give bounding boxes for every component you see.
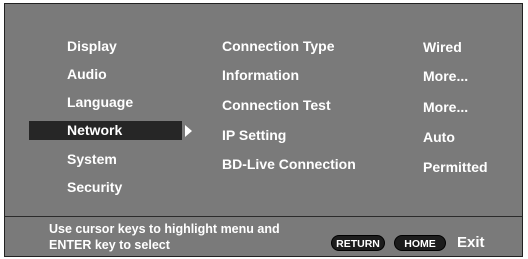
- setting-value-ip-setting: Auto: [423, 129, 455, 145]
- setting-label-connection-test[interactable]: Connection Test: [222, 96, 331, 114]
- selected-arrow-icon: [185, 125, 192, 137]
- setting-value-connection-type: Wired: [423, 39, 462, 55]
- menu-item-network[interactable]: Network: [29, 121, 182, 140]
- settings-screen: Display Audio Language Network System Se…: [4, 3, 523, 257]
- home-button[interactable]: HOME: [394, 235, 446, 251]
- setting-value-bd-live-connection: Permitted: [423, 159, 488, 175]
- setting-label-connection-type[interactable]: Connection Type: [222, 37, 335, 55]
- setting-value-connection-test: More...: [423, 99, 469, 115]
- exit-label: Exit: [457, 234, 485, 251]
- setting-value-information: More...: [423, 68, 469, 84]
- return-button[interactable]: RETURN: [331, 235, 385, 251]
- setting-label-bd-live-connection[interactable]: BD-Live Connection: [222, 155, 356, 173]
- footer-divider: [5, 216, 522, 217]
- help-text-line-1: Use cursor keys to highlight menu and: [49, 222, 280, 236]
- menu-item-language[interactable]: Language: [67, 93, 133, 111]
- help-text-line-2: ENTER key to select: [49, 238, 170, 252]
- setting-label-ip-setting[interactable]: IP Setting: [222, 126, 286, 144]
- menu-item-system[interactable]: System: [67, 150, 117, 168]
- menu-item-audio[interactable]: Audio: [67, 65, 107, 83]
- menu-item-display[interactable]: Display: [67, 37, 117, 55]
- setting-label-information[interactable]: Information: [222, 66, 299, 84]
- menu-item-security[interactable]: Security: [67, 178, 122, 196]
